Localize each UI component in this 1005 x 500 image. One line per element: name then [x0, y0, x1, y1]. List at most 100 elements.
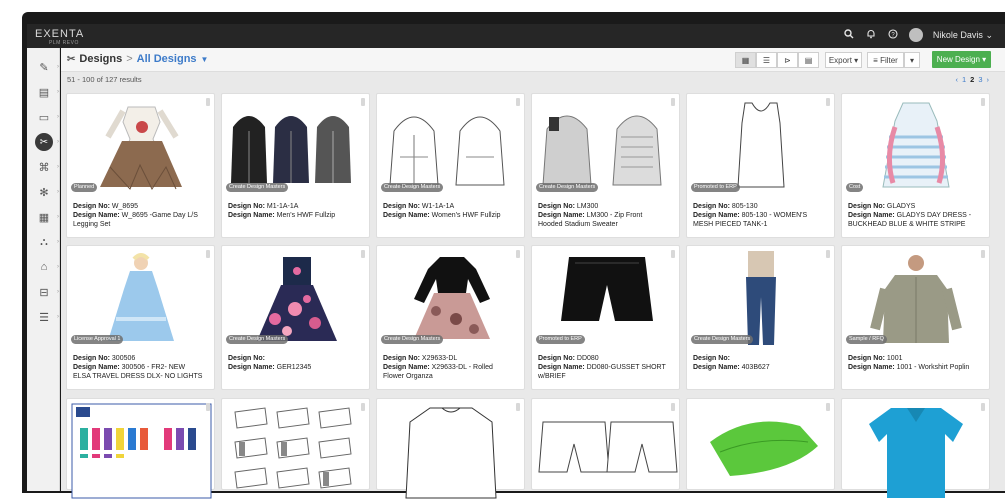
- design-thumbnail[interactable]: [225, 97, 368, 195]
- design-card[interactable]: Planned Design No: W_8695 Design Name: W_8…: [66, 93, 215, 238]
- page-2[interactable]: 2: [970, 75, 974, 84]
- list-view-button[interactable]: ☰: [756, 52, 777, 68]
- sidebar-item-color[interactable]: ✻ ›: [33, 183, 59, 201]
- design-card[interactable]: License Approval 1 Design No: 300506 Desig…: [66, 245, 215, 390]
- design-thumbnail[interactable]: [380, 97, 523, 195]
- filter-dropdown-button[interactable]: ▾: [904, 52, 920, 68]
- sidebar: ✎ › ▤ › ▭ › ✂ › ⌘ › ✻ › ▦ › ⛬ › ⌂ › ⊟ › ☰ ›: [27, 48, 60, 491]
- design-thumbnail[interactable]: [535, 97, 678, 195]
- page-3[interactable]: 3: [978, 75, 982, 84]
- user-avatar[interactable]: [908, 28, 923, 42]
- design-thumbnail[interactable]: [70, 402, 213, 500]
- sidebar-item-ruler[interactable]: ⊟ ›: [33, 283, 59, 301]
- page-1[interactable]: 1: [962, 75, 966, 84]
- grid-view-button[interactable]: ▦: [735, 52, 756, 68]
- app-logo[interactable]: EXENTA: [35, 28, 84, 40]
- sidebar-item-style[interactable]: ✎ ›: [33, 58, 59, 76]
- card-menu-handle[interactable]: [361, 98, 365, 106]
- sidebar-item-workflow[interactable]: ⛬ ›: [33, 233, 59, 251]
- design-card[interactable]: Sample / RFQ Design No: 1001 Design Name: …: [841, 245, 990, 390]
- design-card[interactable]: Create Design Masters Design No: Design N…: [221, 245, 370, 390]
- card-menu-handle[interactable]: [206, 250, 210, 258]
- design-card[interactable]: Create Design Masters Design No: W1-1A-1A…: [376, 93, 525, 238]
- card-menu-handle[interactable]: [206, 98, 210, 106]
- design-card[interactable]: Create Design Masters Design No: M1-1A-1A…: [221, 93, 370, 238]
- design-no: Design No: M1-1A-1A: [228, 203, 298, 210]
- design-thumbnail[interactable]: [845, 402, 988, 500]
- card-menu-handle[interactable]: [671, 250, 675, 258]
- design-thumbnail[interactable]: [845, 249, 988, 347]
- card-menu-handle[interactable]: [826, 403, 830, 411]
- sidebar-item-tag[interactable]: ⌂ ›: [33, 258, 59, 276]
- sidebar-item-calculator[interactable]: ▦ ›: [33, 208, 59, 226]
- design-card[interactable]: Create Design Masters Design No: Design N…: [686, 245, 835, 390]
- design-card[interactable]: Cost Design No: GLADYS Design Name: GLADYS…: [841, 93, 990, 238]
- design-thumbnail[interactable]: [690, 97, 833, 195]
- card-menu-handle[interactable]: [981, 403, 985, 411]
- card-menu-handle[interactable]: [671, 98, 675, 106]
- design-thumbnail[interactable]: [690, 249, 833, 347]
- search-icon[interactable]: [843, 28, 855, 42]
- status-badge: Create Design Masters: [691, 335, 754, 344]
- design-card[interactable]: [66, 398, 215, 499]
- table-view-button[interactable]: ▤: [798, 52, 819, 68]
- design-no: Design No: GLADYS: [848, 203, 915, 210]
- design-name-value: GER12345: [276, 364, 312, 371]
- caret-down-icon[interactable]: ▼: [201, 55, 209, 64]
- workflow-icon: ⛬: [40, 235, 48, 248]
- new-design-button[interactable]: New Design ▾: [932, 51, 991, 68]
- help-icon[interactable]: ?: [887, 28, 899, 42]
- tree-view-button[interactable]: ⊳: [777, 52, 798, 68]
- card-menu-handle[interactable]: [671, 403, 675, 411]
- design-no-value: DD080: [576, 355, 599, 362]
- design-thumbnail[interactable]: [380, 249, 523, 347]
- chevron-right-icon: ›: [57, 64, 59, 70]
- design-thumbnail[interactable]: [70, 97, 213, 195]
- breadcrumb-section[interactable]: Designs: [79, 53, 122, 65]
- design-thumbnail[interactable]: [690, 402, 833, 500]
- top-bar: EXENTA PLM REVO ? Nikole Davis ⌄: [27, 24, 1005, 48]
- design-thumbnail[interactable]: [535, 249, 678, 347]
- card-menu-handle[interactable]: [826, 250, 830, 258]
- design-card[interactable]: Promoted to ERP Design No: DD080 Design Na…: [531, 245, 680, 390]
- view-selector[interactable]: All Designs: [137, 53, 197, 65]
- card-menu-handle[interactable]: [516, 250, 520, 258]
- card-menu-handle[interactable]: [206, 403, 210, 411]
- design-card[interactable]: [221, 398, 370, 490]
- design-card[interactable]: [841, 398, 990, 498]
- sidebar-item-document[interactable]: ▤ ›: [33, 83, 59, 101]
- user-menu[interactable]: Nikole Davis ⌄: [933, 30, 993, 41]
- design-no-label: Design No:: [383, 203, 420, 210]
- next-page-button[interactable]: ›: [987, 75, 990, 84]
- design-thumbnail[interactable]: [845, 97, 988, 195]
- card-menu-handle[interactable]: [826, 98, 830, 106]
- design-card[interactable]: Promoted to ERP Design No: 805-130 Design …: [686, 93, 835, 238]
- bell-icon[interactable]: [865, 29, 877, 42]
- card-menu-handle[interactable]: [516, 98, 520, 106]
- design-thumbnail[interactable]: [225, 402, 368, 500]
- design-card[interactable]: Create Design Masters Design No: X29633-D…: [376, 245, 525, 390]
- card-menu-handle[interactable]: [516, 403, 520, 411]
- design-card[interactable]: Create Design Masters Design No: LM300 Des…: [531, 93, 680, 238]
- card-menu-handle[interactable]: [361, 250, 365, 258]
- card-menu-handle[interactable]: [981, 250, 985, 258]
- sidebar-item-image[interactable]: ▭ ›: [33, 108, 59, 126]
- filter-button[interactable]: ≡ Filter: [867, 52, 904, 68]
- design-thumbnail[interactable]: [380, 402, 523, 500]
- sidebar-item-shirt[interactable]: ⌘ ›: [33, 158, 60, 176]
- design-thumbnail[interactable]: [535, 402, 678, 500]
- export-button[interactable]: Export ▾: [825, 52, 862, 68]
- design-card[interactable]: [686, 398, 835, 490]
- design-thumbnail[interactable]: [225, 249, 368, 347]
- design-card[interactable]: [531, 398, 680, 490]
- design-name: Design Name: X29633-DL - Rolled: [383, 364, 493, 371]
- prev-page-button[interactable]: ‹: [955, 75, 958, 84]
- design-no-value: 300506: [111, 355, 136, 362]
- sidebar-item-report[interactable]: ☰ ›: [33, 308, 59, 326]
- sidebar-item-designs[interactable]: ✂ ›: [33, 133, 59, 151]
- status-badge: Create Design Masters: [381, 183, 444, 192]
- card-menu-handle[interactable]: [981, 98, 985, 106]
- design-card[interactable]: [376, 398, 525, 499]
- card-menu-handle[interactable]: [361, 403, 365, 411]
- design-thumbnail[interactable]: [70, 249, 213, 347]
